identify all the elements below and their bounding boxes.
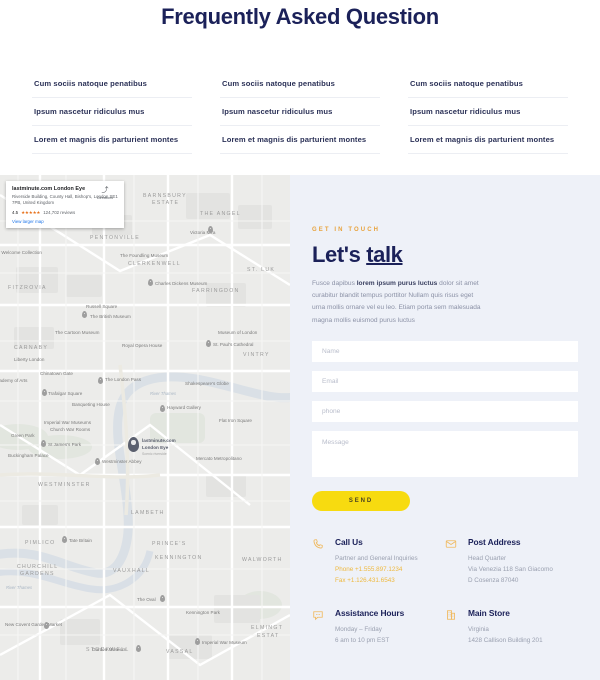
map-card-rating: 4.5 ★★★★★ 124,702 reviews <box>12 210 118 216</box>
faq-column-3: Cum sociis natoque penatibus Ipsum nasce… <box>408 70 568 154</box>
info-line: Monday – Friday <box>335 625 382 633</box>
faq-item[interactable]: Ipsum nascetur ridiculus mus <box>408 98 568 126</box>
map-graphic <box>0 175 290 680</box>
info-body: Main Store Virginia 1428 Callison Buildi… <box>468 608 543 646</box>
contact-info-grid: Call Us Partner and General Inquiries Ph… <box>312 537 578 668</box>
info-line: D Cosenza 87040 <box>468 576 519 584</box>
map-pin-icon <box>136 645 141 652</box>
main-location-pin-icon[interactable] <box>128 437 139 452</box>
map-pin-icon <box>208 226 213 233</box>
phone-icon <box>312 537 326 586</box>
faq-item[interactable]: Cum sociis natoque penatibus <box>220 70 380 98</box>
heading-underlined: talk <box>366 242 403 267</box>
faq-item[interactable]: Cum sociis natoque penatibus <box>32 70 192 98</box>
info-line: 1428 Callison Building 201 <box>468 636 543 644</box>
info-line-fax[interactable]: Fax +1.126.431.6543 <box>335 575 418 586</box>
faq-item[interactable]: Ipsum nascetur ridiculus mus <box>32 98 192 126</box>
envelope-icon <box>445 537 459 586</box>
map-info-card[interactable]: lastminute.com London Eye Riverside Buil… <box>6 181 124 228</box>
info-title: Call Us <box>335 536 363 547</box>
info-title: Assistance Hours <box>335 607 405 618</box>
rating-score: 4.5 <box>12 210 19 216</box>
section-eyebrow: GET IN TOUCH <box>312 227 381 233</box>
info-line: Via Venezia 118 San Giacomo <box>468 565 553 573</box>
building-icon <box>445 608 459 646</box>
faq-item[interactable]: Cum sociis natoque penatibus <box>408 70 568 98</box>
faq-item[interactable]: Ipsum nascetur ridiculus mus <box>220 98 380 126</box>
info-line-phone[interactable]: Phone +1.555.897.1234 <box>335 564 418 575</box>
map-pin-icon <box>62 536 67 543</box>
name-input[interactable] <box>312 340 578 362</box>
faq-item[interactable]: Lorem et magnis dis parturient montes <box>220 126 380 154</box>
contact-panel: GET IN TOUCH Let's talk Fusce dapibus lo… <box>290 175 600 680</box>
map-pin-icon <box>44 622 49 629</box>
info-title: Post Address <box>468 536 521 547</box>
contact-form: SEND <box>312 340 578 511</box>
map-embed[interactable]: BARNSBURY ESTATE THE ANGEL PENTONVILLE C… <box>0 175 290 680</box>
info-block-main-store: Main Store Virginia 1428 Callison Buildi… <box>445 608 578 646</box>
info-body: Post Address Head Quarter Via Venezia 11… <box>468 537 553 586</box>
lead-bold: lorem ipsum purus luctus <box>356 280 438 287</box>
chat-bubble-icon <box>312 608 326 646</box>
info-line: 6 am to 10 pm EST <box>335 636 390 644</box>
info-block-call-us: Call Us Partner and General Inquiries Ph… <box>312 537 445 586</box>
info-line: Head Quarter <box>468 554 507 562</box>
phone-input[interactable] <box>312 400 578 422</box>
map-pin-icon <box>42 389 47 396</box>
rating-reviews: 124,702 reviews <box>43 210 76 216</box>
heading-prefix: Let's <box>312 242 367 267</box>
map-pin-icon <box>148 279 153 286</box>
faq-grid: Cum sociis natoque penatibus Ipsum nasce… <box>0 30 600 154</box>
faq-column-1: Cum sociis natoque penatibus Ipsum nasce… <box>32 70 192 154</box>
directions-label: Directions <box>97 196 113 200</box>
directions-button[interactable]: ⤴ Directions <box>93 187 117 200</box>
lead-before: Fusce dapibus <box>312 280 357 287</box>
send-button[interactable]: SEND <box>312 490 410 511</box>
map-pin-icon <box>206 340 211 347</box>
info-body: Call Us Partner and General Inquiries Ph… <box>335 537 418 586</box>
contact-lead-text: Fusce dapibus lorem ipsum purus luctus d… <box>312 278 484 327</box>
info-line: Partner and General Inquiries <box>335 554 418 562</box>
message-input[interactable] <box>312 430 578 477</box>
directions-icon: ⤴ <box>101 187 109 194</box>
faq-item[interactable]: Lorem et magnis dis parturient montes <box>32 126 192 154</box>
map-pin-icon <box>95 458 100 465</box>
map-pin-icon <box>82 311 87 318</box>
info-line: Virginia <box>468 625 489 633</box>
map-pin-icon <box>160 595 165 602</box>
view-larger-map-link[interactable]: View larger map <box>12 219 118 224</box>
map-pin-icon <box>98 377 103 384</box>
info-title: Main Store <box>468 607 510 618</box>
faq-section: Frequently Asked Question Cum sociis nat… <box>0 0 600 154</box>
map-pin-icon <box>41 440 46 447</box>
contact-heading: Let's talk <box>312 242 578 268</box>
info-block-post-address: Post Address Head Quarter Via Venezia 11… <box>445 537 578 586</box>
info-block-assistance-hours: Assistance Hours Monday – Friday 6 am to… <box>312 608 445 646</box>
map-pin-icon <box>160 405 165 412</box>
faq-item[interactable]: Lorem et magnis dis parturient montes <box>408 126 568 154</box>
rating-stars-icon: ★★★★★ <box>21 209 41 215</box>
faq-column-2: Cum sociis natoque penatibus Ipsum nasce… <box>220 70 380 154</box>
email-input[interactable] <box>312 370 578 392</box>
info-body: Assistance Hours Monday – Friday 6 am to… <box>335 608 404 646</box>
contact-section: BARNSBURY ESTATE THE ANGEL PENTONVILLE C… <box>0 175 600 680</box>
page-title: Frequently Asked Question <box>161 4 439 29</box>
map-pin-icon <box>195 638 200 645</box>
